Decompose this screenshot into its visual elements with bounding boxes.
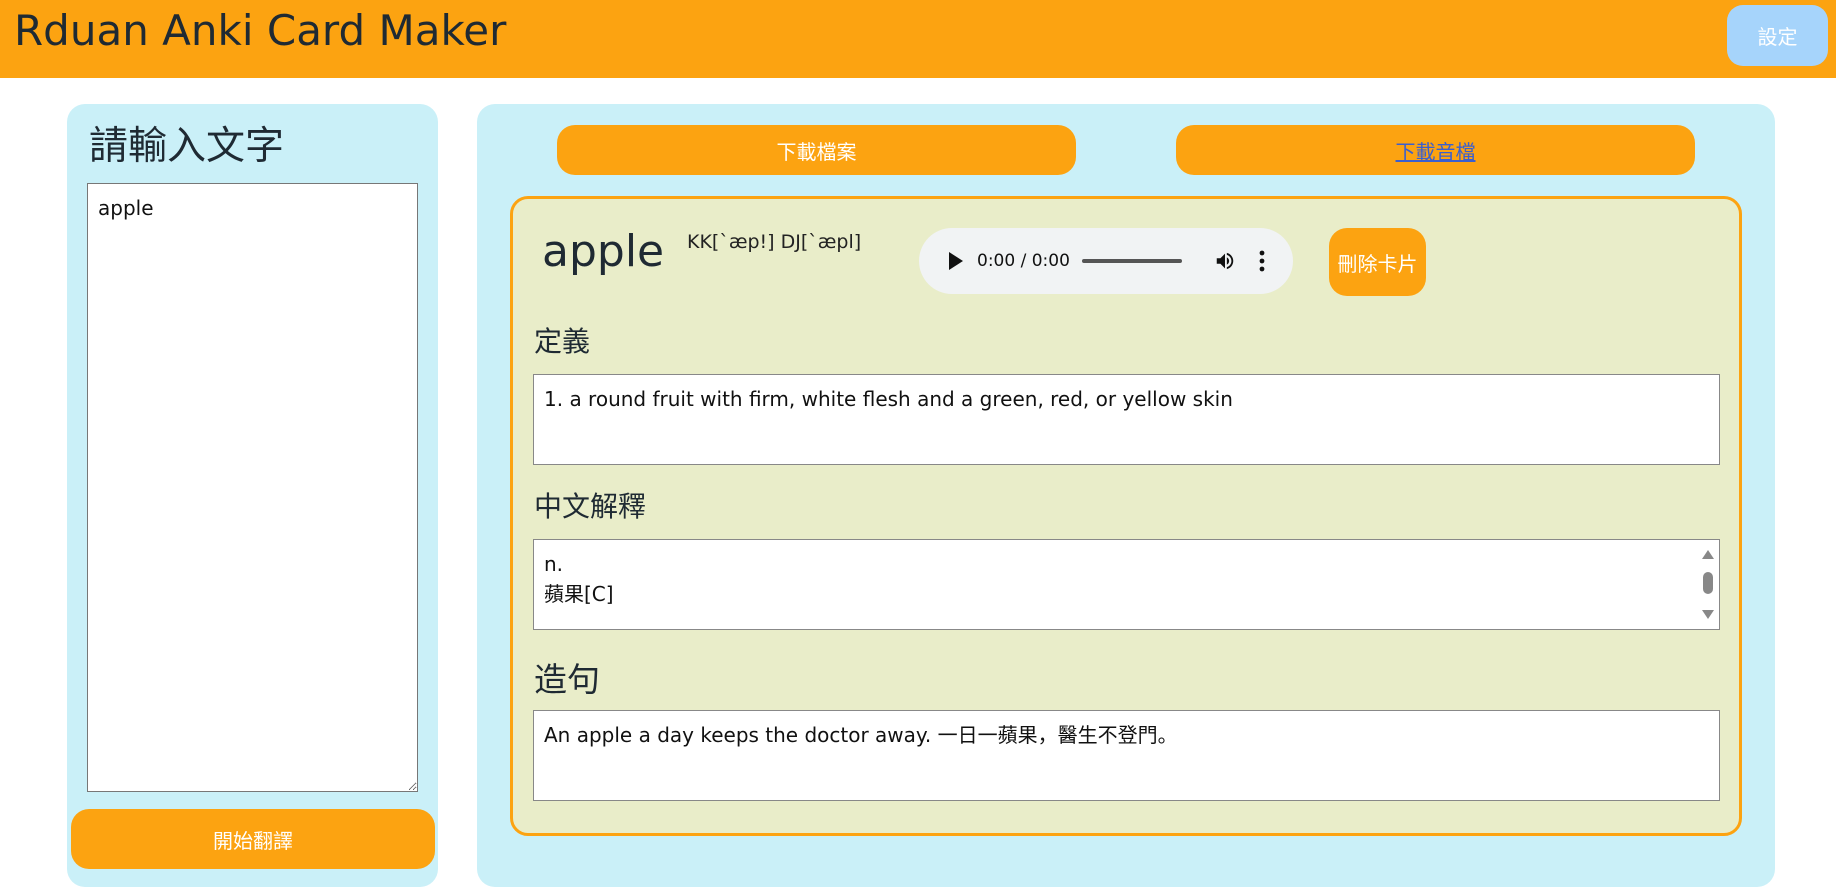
- input-panel: 請輸入文字 apple 開始翻譯: [67, 104, 438, 887]
- chinese-explanation-label: 中文解釋: [534, 490, 647, 523]
- app-header: Rduan Anki Card Maker 設定: [0, 0, 1836, 78]
- chinese-line-pos: n.: [544, 552, 564, 576]
- scroll-up-arrow-icon[interactable]: [1702, 550, 1714, 559]
- example-sentence-field[interactable]: An apple a day keeps the doctor away. 一日…: [533, 710, 1720, 801]
- download-audio-button[interactable]: 下載音檔: [1176, 125, 1695, 175]
- chinese-line-meaning: 蘋果[C]: [544, 582, 614, 606]
- delete-card-button[interactable]: 刪除卡片: [1329, 228, 1426, 296]
- input-heading: 請輸入文字: [89, 124, 285, 169]
- volume-icon[interactable]: [1214, 250, 1236, 272]
- audio-time: 0:00 / 0:00: [977, 251, 1070, 271]
- scroll-thumb[interactable]: [1703, 572, 1713, 594]
- translate-button[interactable]: 開始翻譯: [71, 809, 435, 869]
- word-input[interactable]: apple: [87, 183, 418, 792]
- chinese-explanation-field[interactable]: n. 蘋果[C]: [533, 539, 1720, 630]
- scroll-down-arrow-icon[interactable]: [1702, 610, 1714, 619]
- more-options-icon[interactable]: [1259, 250, 1265, 272]
- play-icon[interactable]: [949, 252, 963, 270]
- download-file-button[interactable]: 下載檔案: [557, 125, 1076, 175]
- audio-player[interactable]: 0:00 / 0:00: [919, 228, 1293, 294]
- definition-label: 定義: [534, 325, 591, 358]
- word-card: apple KK[ˋæp!] DJ[ˋæpl] 0:00 / 0:00 刪除卡片…: [510, 196, 1742, 836]
- card-word: apple: [542, 226, 665, 277]
- card-phonetic: KK[ˋæp!] DJ[ˋæpl]: [687, 231, 862, 253]
- scrollbar[interactable]: [1697, 540, 1719, 629]
- definition-field[interactable]: 1. a round fruit with firm, white flesh …: [533, 374, 1720, 465]
- settings-button[interactable]: 設定: [1727, 5, 1828, 66]
- audio-progress-bar[interactable]: [1082, 259, 1182, 263]
- card-panel: 下載檔案 下載音檔 apple KK[ˋæp!] DJ[ˋæpl] 0:00 /…: [477, 104, 1775, 887]
- example-sentence-label: 造句: [534, 660, 600, 699]
- app-title: Rduan Anki Card Maker: [14, 6, 507, 55]
